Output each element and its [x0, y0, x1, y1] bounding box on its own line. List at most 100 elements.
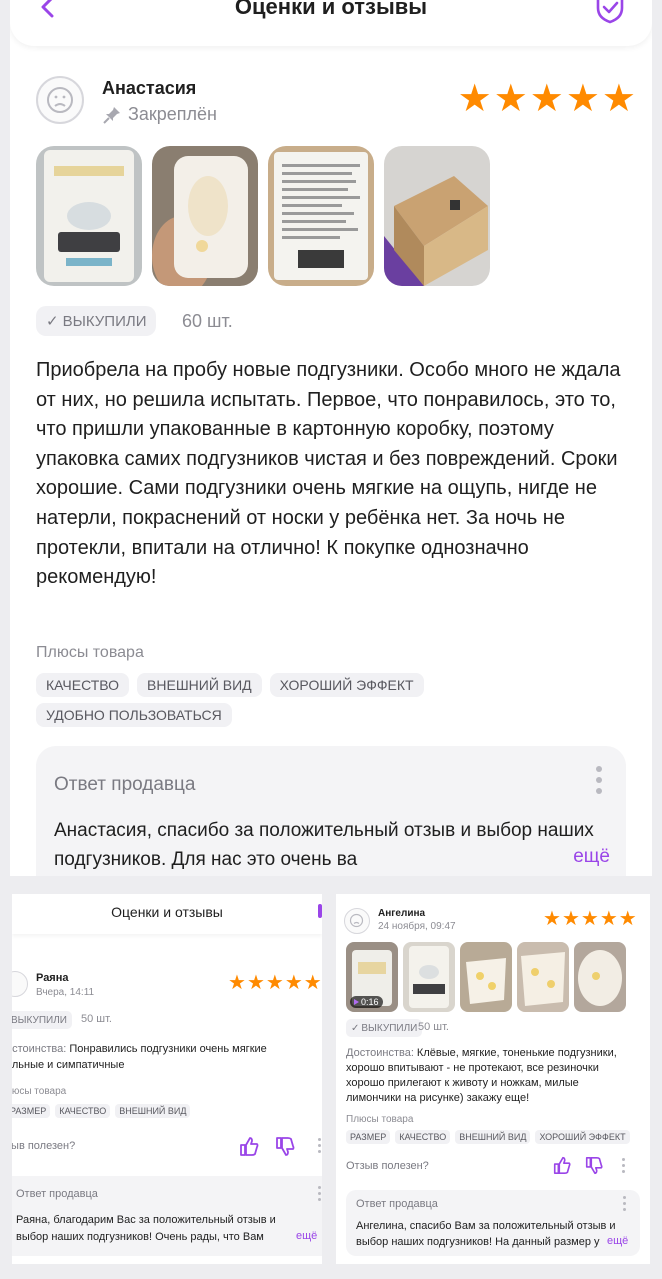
avatar [344, 908, 370, 934]
review-pros-text: хорошо прилегают к животу и ножкам, милы… [346, 1077, 579, 1089]
review-photo[interactable] [460, 942, 512, 1012]
review-author: Раяна [36, 972, 69, 984]
seller-reply-title: Ответ продавца [16, 1188, 98, 1200]
review-pros-text: остоинства: Понравились подгузники очень… [12, 1042, 322, 1057]
star-icon: ★ [457, 78, 492, 120]
bought-label: ВЫКУПИЛИ [361, 1022, 418, 1034]
checkmark-icon: ✓ [351, 1022, 360, 1034]
review-photo[interactable] [36, 146, 142, 286]
more-options-icon[interactable] [623, 1196, 627, 1214]
page-title: Оценки и отзывы [111, 904, 223, 920]
star-icon: ★ [618, 908, 637, 930]
review-pros-text: Достоинства: Клёвые, мягкие, тоненькие п… [346, 1046, 646, 1061]
thumbs-up-icon[interactable] [238, 1135, 260, 1157]
pros-tag: УДОБНО ПОЛЬЗОВАТЬСЯ [36, 703, 232, 727]
thumbs-down-icon[interactable] [584, 1156, 604, 1176]
thumbs-down-icon[interactable] [274, 1136, 296, 1158]
review-photo[interactable] [152, 146, 258, 286]
star-icon: ★ [599, 908, 618, 930]
read-more-link[interactable]: ещё [567, 846, 610, 868]
video-duration: 0:16 [361, 997, 379, 1007]
review-card: Анастасия Закреплён ★ ★ ★ ★ ★ ✓ ВЫКУПИЛИ… [12, 56, 650, 876]
rating-stars: ★ ★ ★ ★ ★ [543, 909, 637, 929]
thumbs-up-icon[interactable] [552, 1155, 572, 1175]
avatar [12, 971, 28, 997]
star-icon: ★ [543, 908, 561, 930]
star-icon: ★ [228, 972, 246, 994]
pros-tag: КАЧЕСТВО [395, 1130, 451, 1144]
review-date: Вчера, 14:11 [36, 987, 95, 998]
star-icon: ★ [284, 972, 303, 994]
review-photo[interactable] [384, 146, 490, 286]
review-author: Ангелина [378, 908, 426, 919]
seller-reply-title: Ответ продавца [356, 1198, 438, 1210]
pros-title: люсы товара [12, 1086, 67, 1097]
more-options-icon[interactable] [596, 766, 604, 799]
bought-badge: ВЫКУПИЛИ [12, 1011, 72, 1029]
pin-icon [103, 106, 120, 124]
review-pros-text: ольные и симпатичные [12, 1059, 125, 1071]
review-photo[interactable] [574, 942, 626, 1012]
read-more-link[interactable]: ещё [293, 1230, 318, 1242]
pros-tag: КАЧЕСТВО [36, 673, 130, 697]
seller-reply-text: выбор наших подгузников! На данный разме… [356, 1236, 600, 1248]
review-photo[interactable] [268, 146, 374, 286]
check-shield-icon[interactable] [594, 0, 626, 24]
pros-text: Клёвые, мягкие, тоненькие подгузники, [413, 1047, 617, 1059]
pinned-status: Закреплён [102, 104, 217, 125]
review-pros-text: хорошо впитывают - не протекают, все рез… [346, 1062, 599, 1074]
top-screenshot: Оценки и отзывы Анастасия Закреплён ★ ★ ★ ★… [10, 0, 652, 876]
review-photo[interactable] [517, 942, 569, 1012]
review-useful-question: зыв полезен? [12, 1140, 76, 1152]
seller-reply-text: выбор наших подгузников! Очень рады, что… [16, 1231, 264, 1243]
bottom-left-screenshot: Оценки и отзывы Раяна Вчера, 14:11 ★ ★ ★ ★ ★… [12, 894, 322, 1264]
pros-tag: КАЧЕСТВО [55, 1104, 111, 1118]
purchase-quantity: 60 шт. [182, 311, 233, 331]
bought-badge: ✓ ВЫКУПИЛИ [346, 1019, 423, 1037]
seller-reply-text: Анастасия, спасибо за положительный отзы… [54, 820, 594, 870]
seller-reply-text: Раяна, благодарим Вас за положительный о… [16, 1214, 276, 1226]
star-icon: ★ [565, 78, 600, 120]
video-duration-badge: 0:16 [350, 996, 383, 1008]
star-icon: ★ [265, 972, 284, 994]
more-options-icon[interactable] [318, 1186, 322, 1204]
pros-title: Плюсы товара [346, 1114, 414, 1125]
review-photo[interactable] [403, 942, 455, 1012]
read-more-link[interactable]: ещё [604, 1235, 629, 1247]
pros-tag: ВНЕШНИЙ ВИД [115, 1104, 191, 1118]
rating-stars: ★ ★ ★ ★ ★ [458, 80, 636, 118]
seller-reply-text: Ангелина, спасибо Вам за положительный о… [356, 1220, 616, 1232]
star-icon: ★ [493, 78, 528, 120]
more-options-icon[interactable] [318, 1138, 322, 1156]
star-icon: ★ [561, 908, 580, 930]
seller-reply-title: Ответ продавца [54, 774, 196, 795]
play-icon [354, 999, 359, 1005]
review-video[interactable]: 0:16 [346, 942, 398, 1012]
star-icon: ★ [601, 78, 636, 120]
review-photos [36, 146, 490, 286]
review-author: Анастасия [102, 78, 197, 98]
sad-face-icon [47, 87, 73, 113]
review-pros-text: лимончики на рисунке) закажу еще! [346, 1092, 530, 1104]
star-icon: ★ [529, 78, 564, 120]
review-date: 24 ноября, 09:47 [378, 921, 456, 932]
pros-tag: ВНЕШНИЙ ВИД [455, 1130, 531, 1144]
star-icon: ★ [246, 972, 265, 994]
page-header: Оценки и отзывы [10, 0, 652, 46]
seller-reply: Ответ продавца Раяна, благодарим Вас за … [12, 1176, 322, 1256]
bought-label: ВЫКУПИЛИ [62, 312, 147, 330]
pros-tag: РАЗМЕР [12, 1104, 51, 1118]
pros-tags: РАЗМЕР КАЧЕСТВО ВНЕШНИЙ ВИД ХОРОШИЙ ЭФФЕ… [346, 1130, 630, 1144]
pros-tag: ХОРОШИЙ ЭФФЕКТ [269, 673, 424, 697]
pros-tags: КАЧЕСТВО ВНЕШНИЙ ВИД ХОРОШИЙ ЭФФЕКТ УДОБ… [36, 673, 596, 727]
pinned-label: Закреплён [128, 104, 217, 124]
bought-badge: ✓ ВЫКУПИЛИ [36, 306, 157, 336]
checkmark-icon: ✓ [46, 313, 59, 330]
star-icon: ★ [580, 908, 599, 930]
pros-tag: ХОРОШИЙ ЭФФЕКТ [535, 1130, 630, 1144]
pros-tag: ВНЕШНИЙ ВИД [137, 673, 262, 697]
pros-tag: РАЗМЕР [346, 1130, 391, 1144]
pros-label: остоинства: [12, 1043, 67, 1055]
check-shield-icon[interactable] [318, 904, 322, 918]
more-options-icon[interactable] [622, 1158, 626, 1176]
